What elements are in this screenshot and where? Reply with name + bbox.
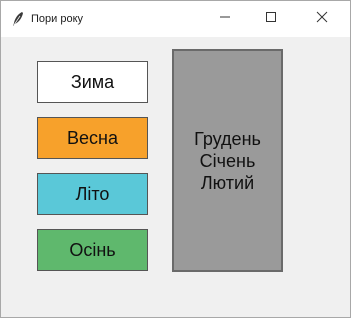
close-icon bbox=[316, 10, 328, 28]
autumn-button[interactable]: Осінь bbox=[37, 229, 148, 271]
month-label: Січень bbox=[199, 150, 256, 171]
title-bar[interactable]: Пори року bbox=[1, 1, 350, 37]
minimize-button[interactable] bbox=[202, 1, 248, 37]
spring-button[interactable]: Весна bbox=[37, 117, 148, 159]
maximize-button[interactable] bbox=[248, 1, 294, 37]
app-window: Пори року Зима Весна Літо Осінь Грудень … bbox=[0, 0, 351, 318]
close-button[interactable] bbox=[299, 1, 345, 37]
feather-icon bbox=[11, 11, 25, 27]
winter-button[interactable]: Зима bbox=[37, 61, 148, 103]
months-panel: Грудень Січень Лютий bbox=[172, 49, 283, 272]
maximize-icon bbox=[265, 10, 277, 28]
month-label: Лютий bbox=[200, 172, 255, 193]
minimize-icon bbox=[219, 10, 231, 28]
window-title: Пори року bbox=[31, 13, 84, 25]
client-area: Зима Весна Літо Осінь Грудень Січень Лют… bbox=[1, 37, 350, 317]
summer-button[interactable]: Літо bbox=[37, 173, 148, 215]
month-label: Грудень bbox=[194, 128, 261, 149]
